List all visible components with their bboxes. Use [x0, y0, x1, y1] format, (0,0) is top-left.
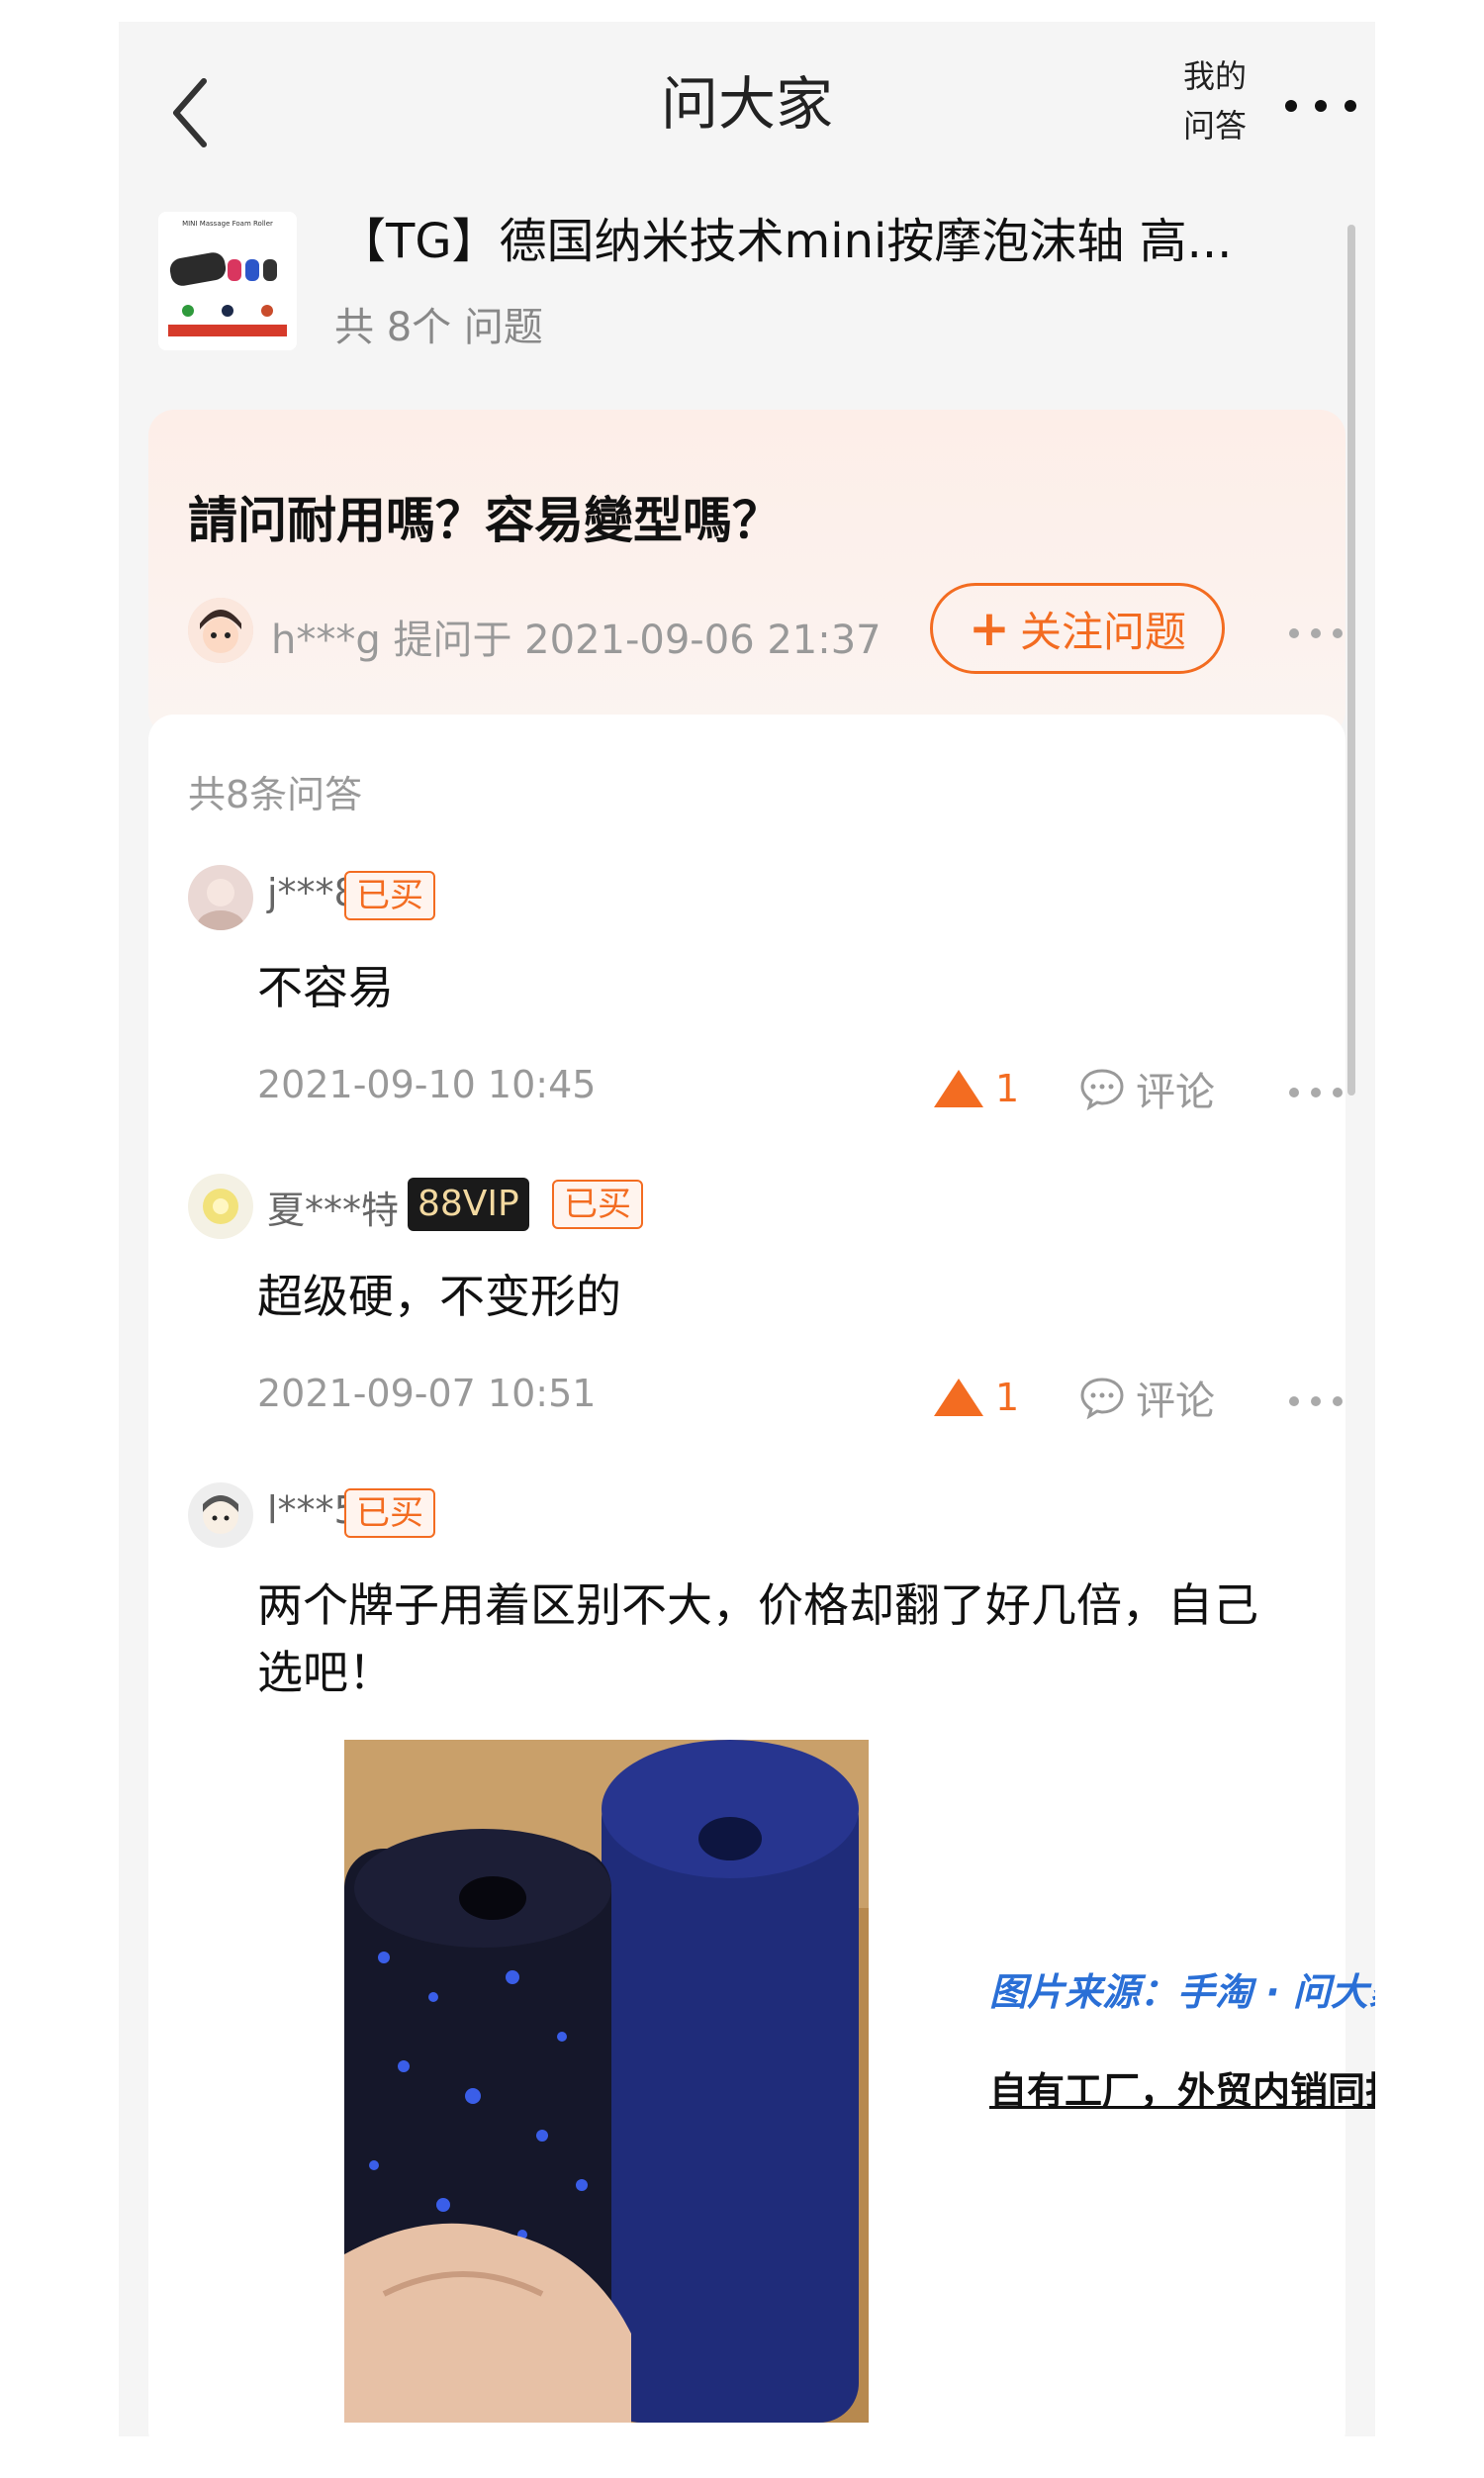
thumb-caption: MINI Massage Foam Roller: [182, 220, 273, 228]
answer-photo[interactable]: [344, 1740, 869, 2423]
follow-question-button[interactable]: + 关注问题: [930, 583, 1225, 674]
image-source-label: 图片来源：手淘 · 问大家: [989, 1970, 1375, 2014]
answer-item: l***5 已买 两个牌子用着区别不大，价格却翻了好几倍，自己选吧！: [148, 1482, 1345, 1700]
top-bar: 问大家 我的 问答: [119, 22, 1375, 188]
like-button[interactable]: 1: [932, 1059, 1019, 1118]
vip-badge: 88VIP: [408, 1178, 529, 1231]
bought-badge: 已买: [344, 1488, 435, 1538]
user-avatar-icon: [188, 865, 253, 930]
question-text: 請问耐用嗎？容易變型嗎？: [188, 492, 782, 549]
comment-button[interactable]: 评论: [1078, 1368, 1215, 1427]
user-avatar-icon: [188, 1174, 253, 1239]
product-thumbnail[interactable]: MINI Massage Foam Roller: [158, 212, 297, 350]
avatar[interactable]: [188, 598, 253, 663]
my-qa-line2: 问答: [1182, 107, 1247, 144]
follow-label: 关注问题: [1019, 607, 1186, 656]
answer-text: 不容易: [257, 961, 394, 1014]
product-title[interactable]: 【TG】德国纳米技术mini按摩泡沫轴 高...: [338, 202, 1328, 271]
more-icon[interactable]: [1286, 1393, 1345, 1409]
answer-date: 2021-09-07 10:51: [257, 1372, 597, 1415]
scrollbar[interactable]: [1347, 225, 1355, 1096]
answer-item: 夏***特 88VIP 已买 超级硬，不变形的 2021-09-07 10:51…: [148, 1174, 1345, 1431]
my-qa-link[interactable]: 我的 问答: [1165, 51, 1264, 150]
more-icon[interactable]: [1286, 625, 1345, 641]
answer-date: 2021-09-10 10:45: [257, 1063, 597, 1106]
product-image: MINI Massage Foam Roller: [158, 212, 297, 350]
question-card: 請问耐用嗎？容易變型嗎？ h***g 提问于 2021-09-06 21:37 …: [148, 410, 1345, 736]
phone-screen: 问大家 我的 问答 MINI Massage Foam Roller 【TG】德…: [119, 22, 1375, 2436]
comment-icon: [1080, 1069, 1124, 1110]
girl-avatar-icon: [188, 598, 253, 663]
plus-icon: +: [969, 600, 1010, 657]
answer-item: j***8 已买 不容易 2021-09-10 10:45 1 评论: [148, 865, 1345, 1122]
answer-username: 夏***特: [267, 1189, 400, 1232]
comment-icon: [1080, 1378, 1124, 1419]
answer-text: 两个牌子用着区别不大，价格却翻了好几倍，自己选吧！: [257, 1578, 1258, 1699]
user-avatar-icon: [188, 1482, 253, 1548]
question-user: h***g 提问于 2021-09-06 21:37: [271, 608, 881, 665]
avatar[interactable]: [188, 1174, 253, 1239]
thumb-up-triangle-icon: [934, 1379, 983, 1416]
more-icon[interactable]: [1286, 1085, 1345, 1100]
bought-badge: 已买: [344, 871, 435, 920]
answers-total: 共8条问答: [188, 773, 363, 816]
question-count: 共 8个 问题: [334, 305, 543, 350]
answer-text: 超级硬，不变形的: [257, 1270, 621, 1323]
my-qa-line1: 我的: [1182, 57, 1247, 95]
comment-label: 评论: [1136, 1379, 1215, 1424]
question-time: 提问于 2021-09-06 21:37: [393, 618, 881, 663]
thumb-up-triangle-icon: [934, 1070, 983, 1107]
factory-label: 自有工厂，外贸内销同批次: [989, 2069, 1375, 2113]
avatar[interactable]: [188, 865, 253, 930]
more-icon[interactable]: [1276, 91, 1365, 121]
comment-button[interactable]: 评论: [1078, 1059, 1215, 1118]
comment-label: 评论: [1136, 1070, 1215, 1115]
question-username: h***g: [271, 618, 381, 663]
bought-badge: 已买: [552, 1180, 643, 1229]
avatar[interactable]: [188, 1482, 253, 1548]
like-count: 1: [995, 1376, 1020, 1419]
like-button[interactable]: 1: [932, 1368, 1019, 1427]
like-count: 1: [995, 1067, 1020, 1110]
